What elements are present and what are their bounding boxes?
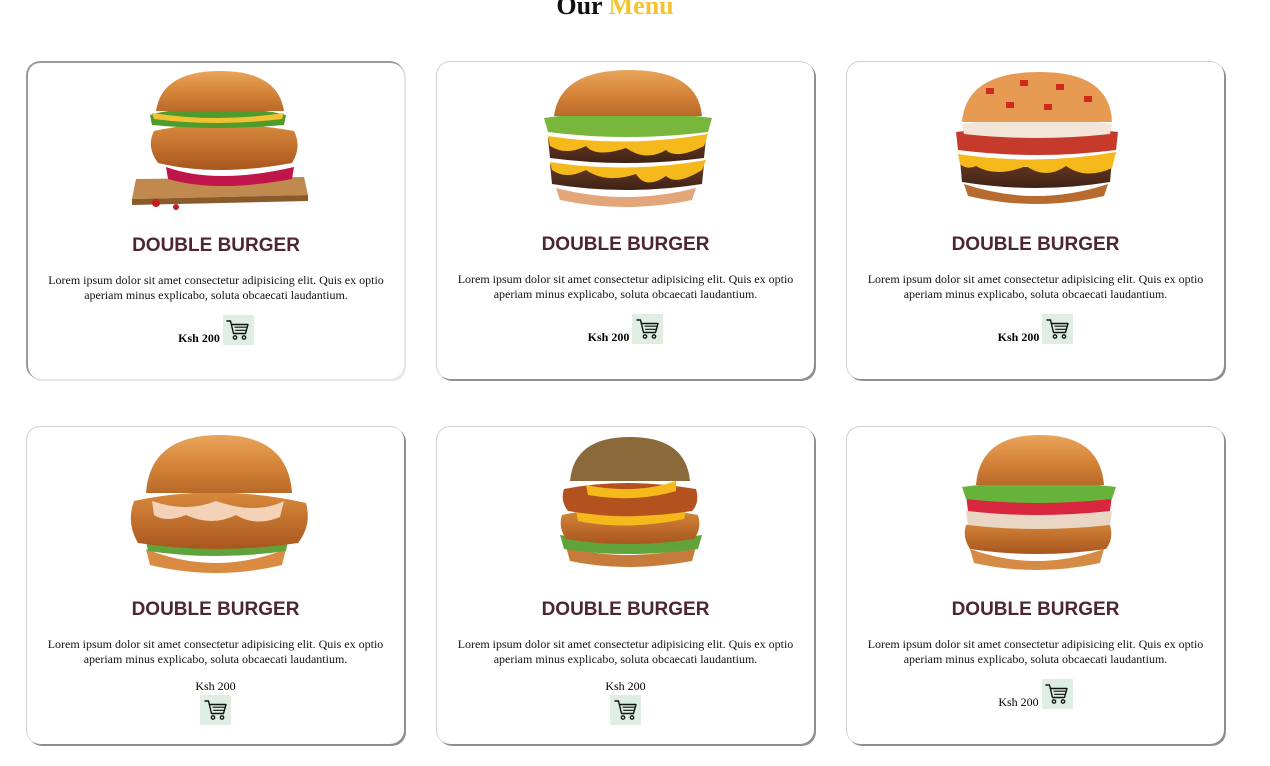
burger-image (116, 67, 316, 217)
item-price: Ksh 200 (605, 679, 646, 693)
item-title: DOUBLE BURGER (541, 599, 710, 620)
item-title: DOUBLE BURGER (132, 235, 300, 256)
add-to-cart-button[interactable] (632, 314, 664, 344)
price-row: Ksh 200 (437, 679, 814, 725)
add-to-cart-button[interactable] (1041, 679, 1073, 709)
price-row: Ksh 200 (847, 314, 1224, 344)
burger-image (936, 431, 1136, 581)
item-title: DOUBLE BURGER (541, 234, 710, 255)
cart-icon (1045, 683, 1069, 705)
burger-image (116, 431, 316, 581)
burger-image (526, 431, 726, 581)
title-word-menu: Menu (608, 0, 674, 20)
cart-icon (226, 319, 250, 341)
cart-icon (614, 699, 638, 721)
item-title: DOUBLE BURGER (131, 599, 300, 620)
burger-image (936, 66, 1136, 216)
add-to-cart-button[interactable] (1042, 314, 1074, 344)
item-price: Ksh 200 (997, 330, 1040, 344)
item-price: Ksh 200 (195, 679, 236, 693)
item-description: Lorem ipsum dolor sit amet consectetur a… (48, 273, 384, 302)
price-row: Ksh 200 (437, 314, 814, 344)
cart-icon (1046, 318, 1070, 340)
menu-card: DOUBLE BURGER Lorem ipsum dolor sit amet… (846, 61, 1224, 379)
item-description: Lorem ipsum dolor sit amet consectetur a… (457, 272, 794, 301)
cart-icon (636, 318, 660, 340)
price-row: Ksh 200 (28, 315, 404, 345)
item-description: Lorem ipsum dolor sit amet consectetur a… (47, 637, 384, 666)
item-price: Ksh 200 (587, 330, 630, 344)
menu-card: DOUBLE BURGER Lorem ipsum dolor sit amet… (436, 61, 814, 379)
item-description: Lorem ipsum dolor sit amet consectetur a… (867, 272, 1204, 301)
menu-page: Our Menu DOUBLE BURGER Lorem ipsum dolor… (0, 0, 1270, 766)
item-price: Ksh 200 (998, 695, 1039, 709)
item-description: Lorem ipsum dolor sit amet consectetur a… (457, 637, 794, 666)
price-row: Ksh 200 (847, 679, 1224, 709)
title-word-our: Our (556, 0, 603, 20)
add-to-cart-button[interactable] (222, 315, 254, 345)
menu-card: DOUBLE BURGER Lorem ipsum dolor sit amet… (26, 426, 404, 744)
burger-image (526, 66, 726, 216)
item-title: DOUBLE BURGER (951, 599, 1120, 620)
price-row: Ksh 200 (27, 679, 404, 725)
menu-card: DOUBLE BURGER Lorem ipsum dolor sit amet… (846, 426, 1224, 744)
item-price: Ksh 200 (178, 331, 220, 345)
menu-card: DOUBLE BURGER Lorem ipsum dolor sit amet… (26, 61, 404, 379)
page-title: Our Menu (0, 0, 1230, 20)
item-description: Lorem ipsum dolor sit amet consectetur a… (867, 637, 1204, 666)
add-to-cart-button[interactable] (610, 695, 641, 725)
item-title: DOUBLE BURGER (951, 234, 1120, 255)
add-to-cart-button[interactable] (200, 695, 231, 725)
menu-card: DOUBLE BURGER Lorem ipsum dolor sit amet… (436, 426, 814, 744)
cart-icon (204, 699, 228, 721)
